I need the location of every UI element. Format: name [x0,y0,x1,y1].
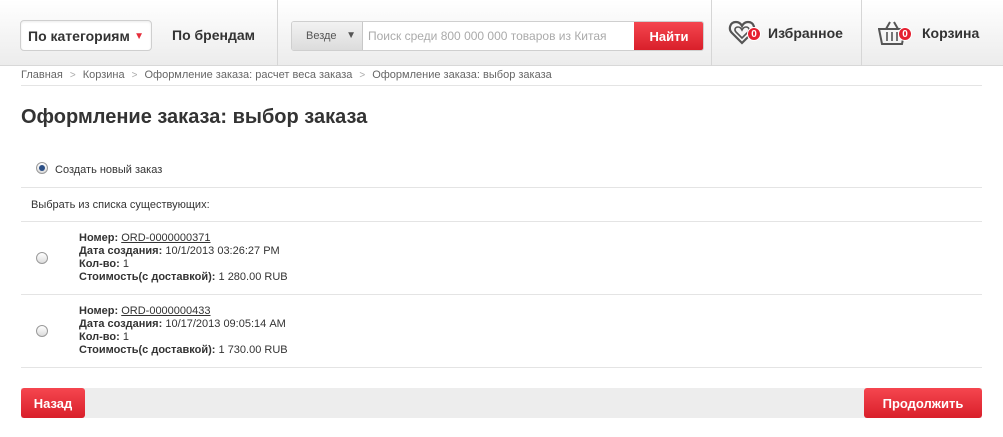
order-date: 10/1/2013 03:26:27 PM [165,245,280,257]
order-cost-label: Стоимость(с доставкой): [79,344,216,356]
category-dropdown-label: По категориям [28,27,130,44]
search-bar: Везде ▼ Найти [291,21,704,51]
order-item: Номер: ORD-0000000371 Дата создания: 10/… [79,232,288,284]
order-number-row: Номер: ORD-0000000371 [79,232,288,245]
order-number-label: Номер: [79,305,119,317]
order-qty: 1 [122,331,129,343]
continue-button[interactable]: Продолжить [864,388,982,418]
breadcrumb-item-cart[interactable]: Корзина [83,69,125,81]
caret-down-icon: ▼ [346,30,356,41]
order-number-row: Номер: ORD-0000000433 [79,305,288,318]
order-item: Номер: ORD-0000000433 Дата создания: 10/… [79,305,288,357]
divider [21,367,982,368]
order-number-label: Номер: [79,232,119,244]
header-divider [861,0,862,66]
search-button[interactable]: Найти [634,22,703,50]
order-number-link[interactable]: ORD-0000000371 [121,232,210,244]
search-scope-label: Везде [306,30,337,42]
divider [21,221,982,222]
breadcrumb: Главная > Корзина > Оформление заказа: р… [21,69,552,81]
order-date-label: Дата создания: [79,318,163,330]
order-cost: 1 730.00 RUB [218,344,288,356]
divider [21,294,982,295]
cart-link[interactable]: 0 Корзина [877,0,980,66]
new-order-radio[interactable] [36,162,48,174]
order-cost-row: Стоимость(с доставкой): 1 730.00 RUB [79,344,288,357]
divider [21,187,982,188]
chevron-right-icon: > [131,69,138,81]
favorites-label: Избранное [768,25,843,41]
heart-icon: 0 [728,19,761,47]
header-divider [277,0,278,66]
order-qty-label: Кол-во: [79,258,120,270]
chevron-down-icon: ▼ [134,31,144,42]
order-qty-row: Кол-во: 1 [79,258,288,271]
divider [21,85,982,86]
order-date-label: Дата создания: [79,245,163,257]
header-divider [711,0,712,66]
chevron-right-icon: > [69,69,76,81]
order-qty: 1 [122,258,129,270]
action-bar [21,388,982,418]
order-date-row: Дата создания: 10/17/2013 09:05:14 AM [79,318,288,331]
cart-count-badge: 0 [898,27,912,41]
search-input[interactable] [364,22,634,50]
back-button[interactable]: Назад [21,388,85,418]
existing-orders-label: Выбрать из списка существующих: [31,199,210,211]
basket-icon: 0 [877,19,912,47]
favorites-count-badge: 0 [747,27,761,41]
favorites-link[interactable]: 0 Избранное [728,0,843,66]
order-cost: 1 280.00 RUB [218,271,288,283]
order-qty-label: Кол-во: [79,331,120,343]
brands-link[interactable]: По брендам [172,27,255,43]
chevron-right-icon: > [359,69,366,81]
order-radio[interactable] [36,325,48,337]
category-dropdown[interactable]: По категориям ▼ [20,20,152,51]
breadcrumb-item-current: Оформление заказа: выбор заказа [372,69,552,81]
cart-label: Корзина [922,25,980,41]
order-number-link[interactable]: ORD-0000000433 [121,305,210,317]
order-date: 10/17/2013 09:05:14 AM [165,318,286,330]
breadcrumb-item-weight[interactable]: Оформление заказа: расчет веса заказа [144,69,352,81]
order-date-row: Дата создания: 10/1/2013 03:26:27 PM [79,245,288,258]
search-scope-select[interactable]: Везде ▼ [292,22,363,50]
breadcrumb-item-home[interactable]: Главная [21,69,63,81]
order-cost-row: Стоимость(с доставкой): 1 280.00 RUB [79,271,288,284]
order-radio[interactable] [36,252,48,264]
page-title: Оформление заказа: выбор заказа [21,106,368,128]
site-header: По категориям ▼ По брендам Везде ▼ Найти… [0,0,1003,66]
order-qty-row: Кол-во: 1 [79,331,288,344]
new-order-label: Создать новый заказ [55,164,163,176]
order-cost-label: Стоимость(с доставкой): [79,271,216,283]
